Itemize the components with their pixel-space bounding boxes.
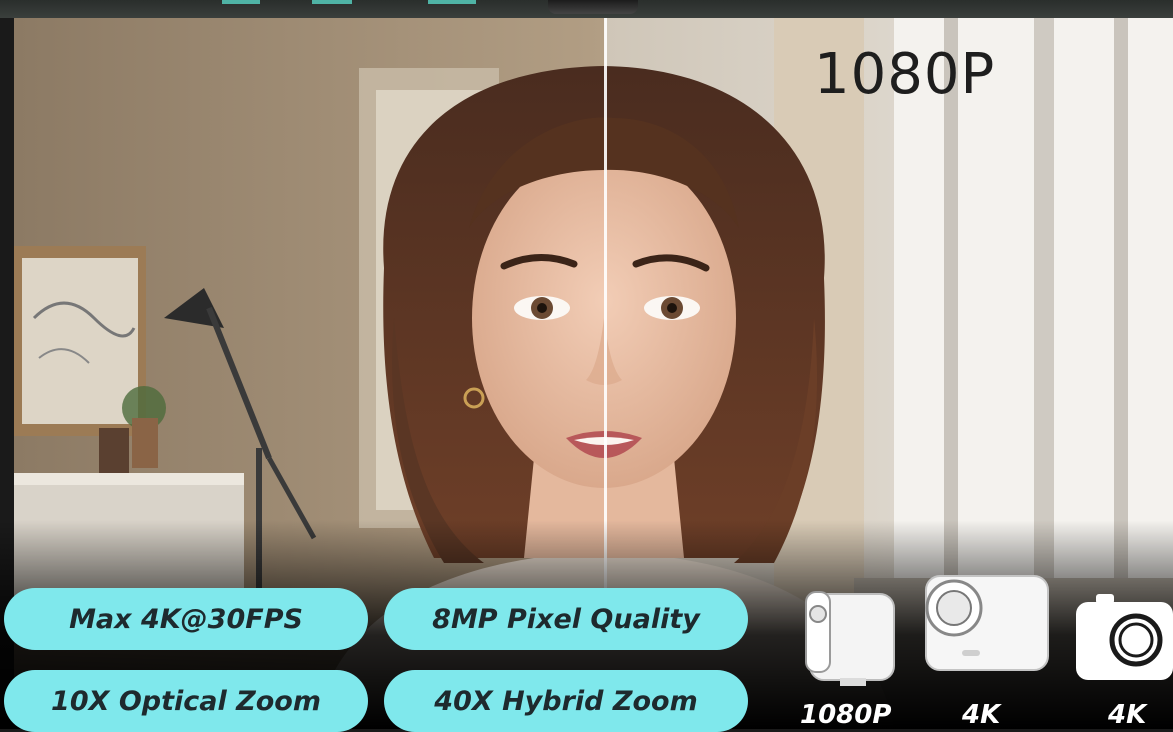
feature-pill: 8MP Pixel Quality: [384, 588, 748, 650]
camera-device-icon: [925, 575, 1049, 671]
photo-camera-icon: [1076, 594, 1173, 680]
feature-pill: 40X Hybrid Zoom: [384, 670, 748, 732]
feature-pill: Max 4K@30FPS: [4, 588, 368, 650]
device-resolution-label: 4K: [962, 700, 1001, 730]
camera-mount: [548, 0, 638, 14]
device-resolution-label: 1080P: [800, 700, 892, 730]
bezel-accent: [428, 0, 476, 4]
device-resolution-label: 4K: [1108, 700, 1147, 730]
comparison-divider: [604, 18, 607, 593]
bezel-accent: [222, 0, 260, 4]
resolution-overlay-label: 1080P: [814, 42, 996, 107]
bezel-accent: [312, 0, 352, 4]
feature-pill: 10X Optical Zoom: [4, 670, 368, 732]
webcam-device-icon: [805, 591, 895, 686]
monitor-top-bezel: [0, 0, 1173, 18]
